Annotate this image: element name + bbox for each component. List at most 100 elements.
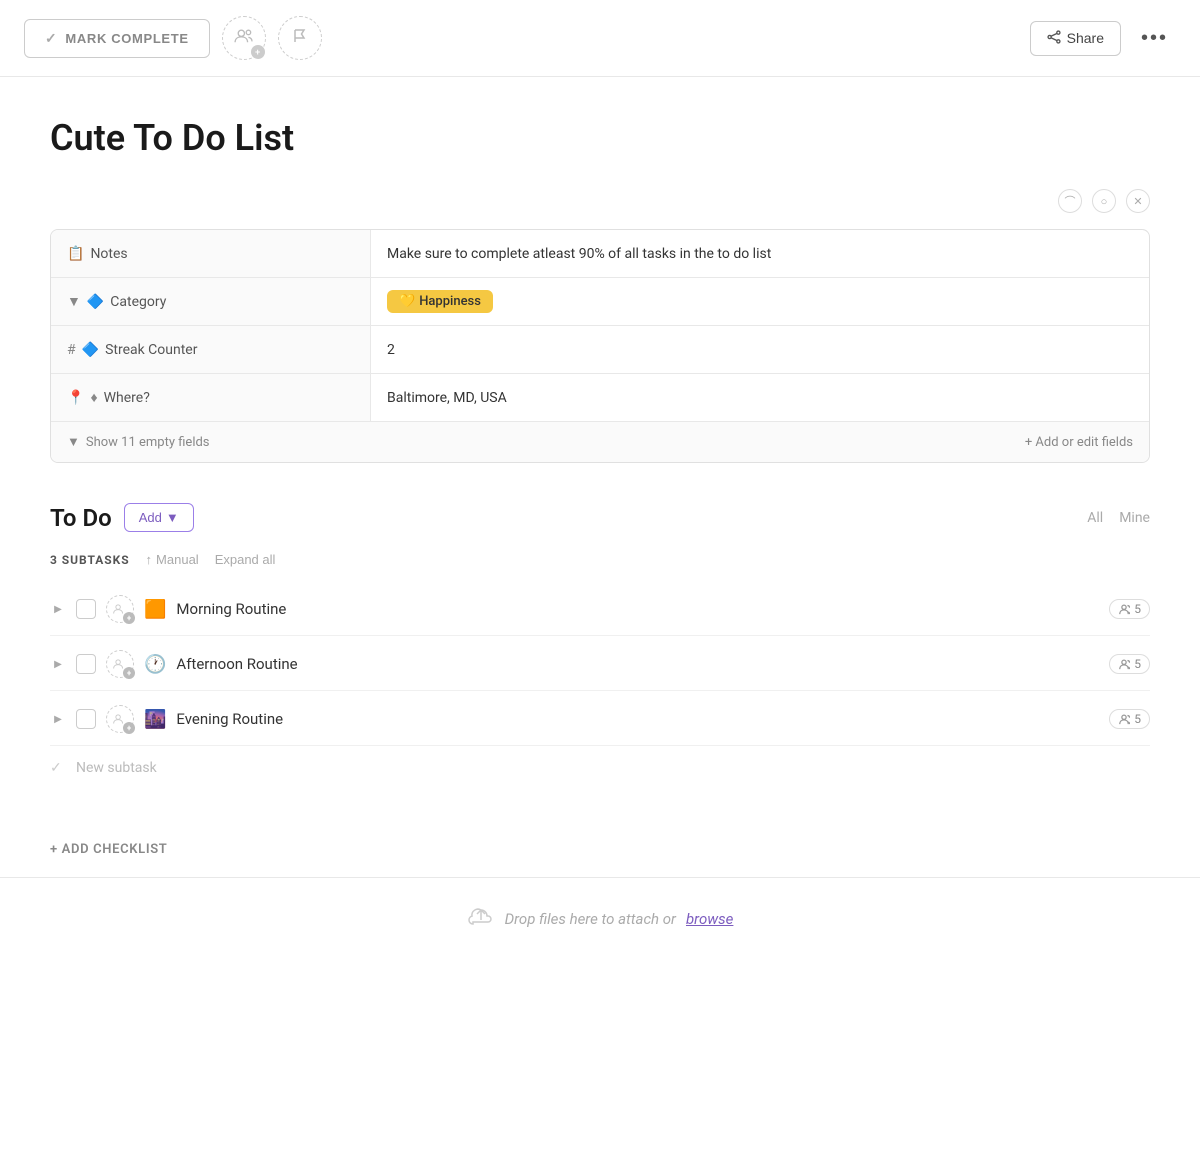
where-field-row: 📍 ♦ Where? Baltimore, MD, USA	[51, 374, 1149, 422]
hash-icon: #	[67, 342, 76, 358]
category-field-row: ▼ 🔷 Category 💛 Happiness	[51, 278, 1149, 326]
sort-manual-button[interactable]: ↑ Manual	[146, 552, 199, 567]
notes-label: 📋 Notes	[51, 230, 371, 277]
add-label: Add	[139, 510, 162, 525]
share-button[interactable]: Share	[1030, 21, 1121, 56]
subtask-count-3: 5	[1109, 709, 1150, 729]
where-text: Baltimore, MD, USA	[387, 390, 507, 406]
main-content: Cute To Do List ⌒ ○ ✕ 📋 Notes Make sure …	[0, 77, 1200, 877]
curve-icon[interactable]: ⌒	[1058, 189, 1082, 213]
dropdown-icon: ▼	[67, 293, 81, 310]
subtasks-count: 3 SUBTASKS	[50, 553, 130, 567]
notes-icon: 📋	[67, 246, 84, 262]
flag-icon	[292, 28, 308, 49]
table-row: ▶ + 🕐 Afternoon Routine	[50, 638, 1150, 691]
table-row: ▶ + 🌆 Evening Routine	[50, 693, 1150, 746]
where-diamond-icon: ♦	[90, 389, 97, 406]
expand-row-icon-2[interactable]: ▶	[50, 656, 66, 672]
share-label: Share	[1067, 30, 1104, 46]
where-label-text: Where?	[104, 390, 150, 406]
todo-header: To Do Add ▼ All Mine	[50, 503, 1150, 532]
mine-filter[interactable]: Mine	[1119, 510, 1150, 526]
upload-icon	[467, 902, 495, 936]
all-filter[interactable]: All	[1087, 510, 1103, 526]
show-empty-fields-button[interactable]: ▼ Show 11 empty fields	[67, 434, 210, 450]
add-edit-fields-button[interactable]: + Add or edit fields	[1025, 435, 1133, 450]
subtask-checkbox-2[interactable]	[76, 654, 96, 674]
subtask-name-1[interactable]: Morning Routine	[176, 600, 1099, 618]
streak-label-text: Streak Counter	[105, 342, 197, 358]
chevron-down-icon: ▼	[67, 434, 80, 450]
category-text: Happiness	[419, 294, 481, 309]
avatar-3[interactable]: +	[106, 705, 134, 733]
streak-value[interactable]: 2	[371, 326, 1149, 373]
subtask-name-2[interactable]: Afternoon Routine	[176, 655, 1099, 673]
add-checklist-button[interactable]: + ADD CHECKLIST	[50, 822, 1150, 877]
new-subtask-row[interactable]: ✓ New subtask	[50, 746, 1150, 790]
page-title: Cute To Do List	[50, 117, 1150, 159]
add-chevron-icon: ▼	[166, 510, 179, 525]
category-label: ▼ 🔷 Category	[51, 278, 371, 325]
streak-label: # 🔷 Streak Counter	[51, 326, 371, 373]
plus-badge: +	[251, 45, 265, 59]
subtask-emoji-3: 🌆	[144, 709, 166, 730]
subtask-emoji-1: 🟧	[144, 599, 166, 620]
subtask-name-3[interactable]: Evening Routine	[176, 710, 1099, 728]
file-drop-area: Drop files here to attach or browse	[0, 877, 1200, 960]
title-icons: ⌒ ○ ✕	[50, 189, 1150, 213]
fields-table: 📋 Notes Make sure to complete atleast 90…	[50, 229, 1150, 463]
more-options-button[interactable]: •••	[1133, 23, 1176, 54]
subtasks-header: 3 SUBTASKS ↑ Manual Expand all	[50, 552, 1150, 567]
expand-row-icon[interactable]: ▶	[50, 601, 66, 617]
avatar-plus-icon-3: +	[123, 722, 135, 734]
mark-complete-button[interactable]: ✓ MARK COMPLETE	[24, 19, 210, 58]
users-icon	[234, 28, 254, 49]
fields-footer: ▼ Show 11 empty fields + Add or edit fie…	[51, 422, 1149, 462]
mark-complete-label: MARK COMPLETE	[65, 31, 188, 46]
location-icon: 📍	[67, 390, 84, 406]
circle-icon[interactable]: ○	[1092, 189, 1116, 213]
subtask-checkbox-3[interactable]	[76, 709, 96, 729]
where-value[interactable]: Baltimore, MD, USA	[371, 374, 1149, 421]
add-edit-text: + Add or edit fields	[1025, 435, 1133, 450]
table-row: ▶ + 🟧 Morning Routine	[50, 583, 1150, 636]
category-badge: 💛 Happiness	[387, 290, 493, 313]
notes-value[interactable]: Make sure to complete atleast 90% of all…	[371, 230, 1149, 277]
expand-row-icon-3[interactable]: ▶	[50, 711, 66, 727]
avatar-plus-icon: +	[123, 612, 135, 624]
new-subtask-input[interactable]: New subtask	[76, 760, 157, 776]
close-small-icon[interactable]: ✕	[1126, 189, 1150, 213]
notes-field-row: 📋 Notes Make sure to complete atleast 90…	[51, 230, 1149, 278]
subtask-list: ▶ + 🟧 Morning Routine	[50, 583, 1150, 746]
todo-filters: All Mine	[1087, 510, 1150, 526]
category-emoji: 💛	[399, 294, 415, 309]
streak-grid-icon: 🔷	[82, 342, 99, 358]
assign-users-button[interactable]: +	[222, 16, 266, 60]
notes-text: Make sure to complete atleast 90% of all…	[387, 246, 771, 262]
sort-up-icon: ↑	[146, 552, 153, 567]
todo-section: To Do Add ▼ All Mine 3 SUBTASKS ↑ Manual…	[50, 503, 1150, 790]
streak-field-row: # 🔷 Streak Counter 2	[51, 326, 1149, 374]
sort-label: Manual	[156, 552, 199, 567]
subtask-checkbox-1[interactable]	[76, 599, 96, 619]
notes-label-text: Notes	[90, 246, 127, 262]
category-label-text: Category	[110, 294, 166, 310]
todo-title: To Do	[50, 504, 112, 532]
show-empty-text: Show 11 empty fields	[86, 435, 210, 450]
subtask-count-1: 5	[1109, 599, 1150, 619]
share-icon	[1047, 30, 1061, 47]
flag-button[interactable]	[278, 16, 322, 60]
browse-link[interactable]: browse	[686, 910, 733, 928]
new-subtask-check-icon: ✓	[50, 760, 66, 776]
add-button[interactable]: Add ▼	[124, 503, 194, 532]
expand-all-button[interactable]: Expand all	[215, 552, 276, 567]
toolbar: ✓ MARK COMPLETE +	[0, 0, 1200, 77]
more-dots: •••	[1141, 27, 1168, 49]
where-label: 📍 ♦ Where?	[51, 374, 371, 421]
avatar-plus-icon-2: +	[123, 667, 135, 679]
file-drop-text: Drop files here to attach or	[505, 910, 676, 928]
category-value[interactable]: 💛 Happiness	[371, 278, 1149, 325]
avatar-2[interactable]: +	[106, 650, 134, 678]
category-grid-icon: 🔷	[87, 294, 104, 310]
avatar-1[interactable]: +	[106, 595, 134, 623]
